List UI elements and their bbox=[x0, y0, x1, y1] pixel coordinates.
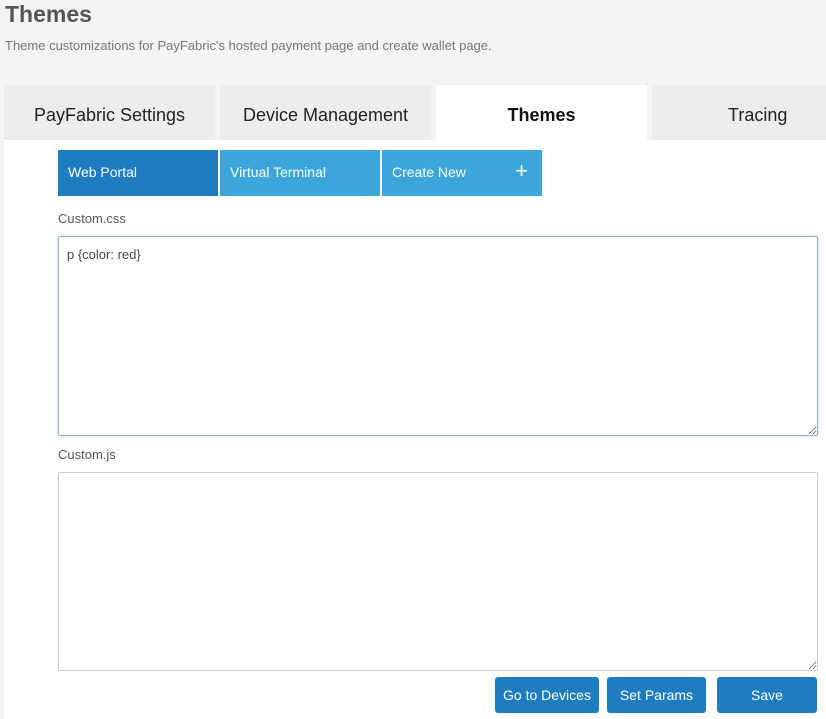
set-params-button[interactable]: Set Params bbox=[607, 677, 706, 713]
subtab-web-portal-label: Web Portal bbox=[68, 164, 137, 180]
subtab-web-portal[interactable]: Web Portal bbox=[58, 150, 218, 196]
tab-device-management[interactable]: Device Management bbox=[220, 85, 431, 140]
subtab-virtual-terminal-label: Virtual Terminal bbox=[230, 164, 326, 180]
plus-icon: + bbox=[515, 158, 528, 183]
create-new-button[interactable]: Create New + bbox=[382, 150, 542, 196]
tab-themes[interactable]: Themes bbox=[436, 85, 647, 140]
go-to-devices-button[interactable]: Go to Devices bbox=[495, 677, 599, 713]
main-tab-bar: PayFabric Settings Device Management The… bbox=[4, 85, 826, 140]
subtab-virtual-terminal[interactable]: Virtual Terminal bbox=[220, 150, 380, 196]
tab-payfabric-settings[interactable]: PayFabric Settings bbox=[4, 85, 215, 140]
tab-tracing[interactable]: Tracing bbox=[652, 85, 826, 140]
custom-js-editor[interactable] bbox=[58, 472, 818, 671]
page-subtitle: Theme customizations for PayFabric's hos… bbox=[5, 38, 492, 53]
themes-panel: Web Portal Virtual Terminal Create New +… bbox=[4, 140, 826, 719]
custom-css-label: Custom.css bbox=[58, 211, 126, 226]
save-button[interactable]: Save bbox=[717, 677, 817, 713]
custom-css-editor[interactable]: p {color: red} bbox=[58, 236, 818, 436]
custom-js-label: Custom.js bbox=[58, 447, 116, 462]
create-new-label: Create New bbox=[392, 164, 466, 180]
page-title: Themes bbox=[5, 1, 92, 27]
